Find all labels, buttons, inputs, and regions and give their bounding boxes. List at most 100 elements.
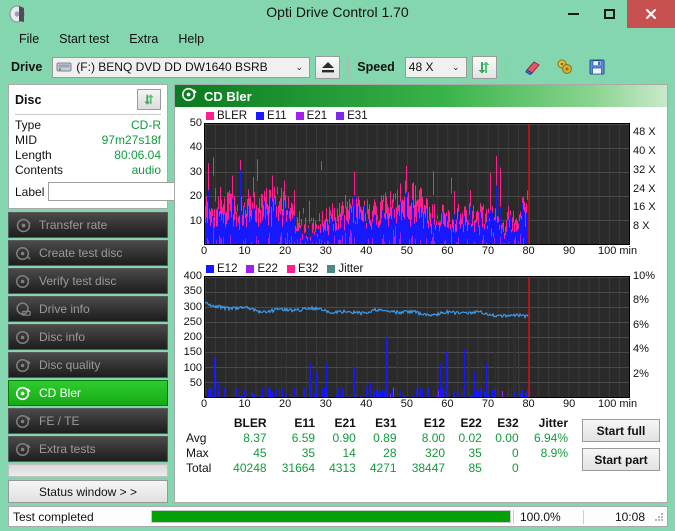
close-button[interactable] xyxy=(627,0,675,28)
refresh-button[interactable] xyxy=(471,55,497,79)
sidebar-item-label: CD Bler xyxy=(39,386,82,400)
progress-percent: 100.0% xyxy=(513,509,583,524)
legend-label: BLER xyxy=(217,110,248,122)
disc-refresh-button[interactable] xyxy=(137,89,161,110)
axis-tick-label: 8 X xyxy=(633,220,650,233)
disc-check-icon xyxy=(16,274,31,289)
menu-item-extra[interactable]: Extra xyxy=(120,30,167,48)
axis-tick-label: 4% xyxy=(633,343,649,356)
speed-select[interactable]: 48 X ⌄ xyxy=(404,56,467,78)
axis-tick-label: 10% xyxy=(633,270,656,282)
maximize-button[interactable] xyxy=(591,0,627,28)
axis-tick-label: 70 xyxy=(481,398,495,410)
axis-tick-label: 40 xyxy=(360,245,373,257)
sidebar-item-transfer-rate[interactable]: Transfer rate xyxy=(8,212,168,238)
axis-tick-label: 30 xyxy=(319,398,332,410)
sidebar-filler xyxy=(8,464,168,477)
axis-tick-label: 50 xyxy=(400,245,413,257)
chart-bler-legend: BLER E11 E21 E31 xyxy=(178,109,664,123)
divider xyxy=(15,114,161,115)
sidebar-item-label: Verify test disc xyxy=(39,274,117,288)
cd-bler-icon xyxy=(15,386,31,401)
axis-tick-label: 10 xyxy=(189,214,202,227)
sidebar-item-fe-te[interactable]: FE / TE xyxy=(8,408,168,434)
extra-tests-icon xyxy=(16,442,31,457)
start-part-button[interactable]: Start part xyxy=(582,448,660,471)
stats-cell: 35 xyxy=(301,446,316,460)
sidebar-item-label: Extra tests xyxy=(39,442,96,456)
sidebar-item-drive-info[interactable]: Drive info xyxy=(8,296,168,322)
disc-info-icon: i xyxy=(16,330,31,345)
sidebar-item-disc-quality[interactable]: Disc quality xyxy=(8,352,168,378)
stats-cell: 8.9% xyxy=(540,446,568,460)
menu-item-help[interactable]: Help xyxy=(169,30,213,48)
axis-tick-label: 50 xyxy=(400,398,413,410)
disc-contents-label: Contents xyxy=(15,163,64,177)
stats-cell: 35 xyxy=(468,446,482,460)
stats-grid: BLER E11 E21 E31 E12 E22 E32 Jitter Avg … xyxy=(182,416,572,476)
stats-cell: 6.94% xyxy=(533,431,568,445)
axis-tick-label: 20 xyxy=(279,245,292,257)
axis-tick-label: 10 xyxy=(238,398,251,410)
chart-bler: BLER E11 E21 E31 10 20 30 40 50 8 X 16 X… xyxy=(178,109,664,260)
chevron-down-icon[interactable]: ⌄ xyxy=(448,62,464,73)
menu-item-file[interactable]: File xyxy=(10,30,48,48)
chart-e12-plot xyxy=(204,276,630,398)
stats-cell: 45 xyxy=(253,446,267,460)
axis-tick-label: 200 xyxy=(183,331,202,343)
disc-length-label: Length xyxy=(15,148,52,162)
stats-cell: 4313 xyxy=(329,461,356,475)
minimize-button[interactable] xyxy=(555,0,591,28)
axis-tick-label: 0 xyxy=(200,245,208,257)
legend-item-bler: BLER xyxy=(206,110,247,122)
start-full-button[interactable]: Start full xyxy=(582,419,660,442)
stats-cell: 8.37 xyxy=(243,431,267,445)
sidebar-item-label: FE / TE xyxy=(39,414,80,428)
progress-fill xyxy=(152,511,510,522)
legend-label: E22 xyxy=(257,263,278,275)
sidebar-item-disc-info[interactable]: i Disc info xyxy=(8,324,168,350)
disc-panel: Disc Type CD-R MID 97m27s18f Length 80:0… xyxy=(8,84,253,209)
panel-header: CD Bler xyxy=(175,85,667,107)
cd-bler-panel: CD Bler BLER E11 E21 E31 10 20 30 40 50 … xyxy=(174,84,668,503)
sidebar-item-verify-test-disc[interactable]: Verify test disc xyxy=(8,268,168,294)
resize-grip-icon[interactable] xyxy=(653,511,665,523)
tools-button[interactable] xyxy=(552,55,578,79)
status-bar: Test completed 100.0% 10:08 xyxy=(8,506,668,527)
axis-tick-label: 24 X xyxy=(633,182,656,195)
status-window-button[interactable]: Status window > > xyxy=(8,480,168,503)
axis-tick-label: 20 xyxy=(189,190,202,203)
chart-bler-canvas xyxy=(205,124,629,244)
drive-value: (F:) BENQ DVD DD DW1640 BSRB xyxy=(76,60,268,74)
disc-mid-label: MID xyxy=(15,133,37,147)
chart-e12-canvas xyxy=(205,277,629,397)
eraser-button[interactable] xyxy=(520,55,546,79)
chart-bler-y-axis: 10 20 30 40 50 xyxy=(178,117,204,245)
eject-button[interactable] xyxy=(315,55,341,79)
speed-label: Speed xyxy=(357,60,395,74)
stats-row-label: Max xyxy=(186,446,209,460)
disc-panel-title: Disc xyxy=(15,92,42,107)
chart-bler-speed-axis: 8 X 16 X 24 X 32 X 40 X 48 X xyxy=(630,123,664,245)
chart-bler-plotwrap: 10 20 30 40 50 8 X 16 X 24 X 32 X 40 X 48 X xyxy=(178,117,664,245)
chevron-down-icon[interactable]: ⌄ xyxy=(291,62,307,73)
axis-tick-label: 8% xyxy=(633,294,649,307)
save-button[interactable] xyxy=(584,55,610,79)
sidebar-item-extra-tests[interactable]: Extra tests xyxy=(8,436,168,462)
sidebar-item-cd-bler[interactable]: CD Bler xyxy=(8,380,168,406)
status-text: Test completed xyxy=(13,509,94,524)
drive-select[interactable]: (F:) BENQ DVD DD DW1640 BSRB ⌄ xyxy=(52,56,311,78)
content-area: Disc Type CD-R MID 97m27s18f Length 80:0… xyxy=(0,84,675,503)
legend-swatch xyxy=(206,112,214,120)
axis-tick-label: 10 xyxy=(238,245,251,257)
sidebar-item-create-test-disc[interactable]: Create test disc xyxy=(8,240,168,266)
legend-item-e12: E12 xyxy=(206,263,237,275)
axis-tick-label: 300 xyxy=(183,300,202,313)
menu-item-start-test[interactable]: Start test xyxy=(50,30,118,48)
stats-cell: 0 xyxy=(511,461,519,475)
main-panel: CD Bler BLER E11 E21 E31 10 20 30 40 50 … xyxy=(174,84,668,503)
legend-item-e21: E21 xyxy=(295,110,327,122)
stats-cell: 40248 xyxy=(233,461,267,475)
stats-cell: 4271 xyxy=(369,461,397,475)
disc-row-type: Type CD-R xyxy=(15,118,161,133)
